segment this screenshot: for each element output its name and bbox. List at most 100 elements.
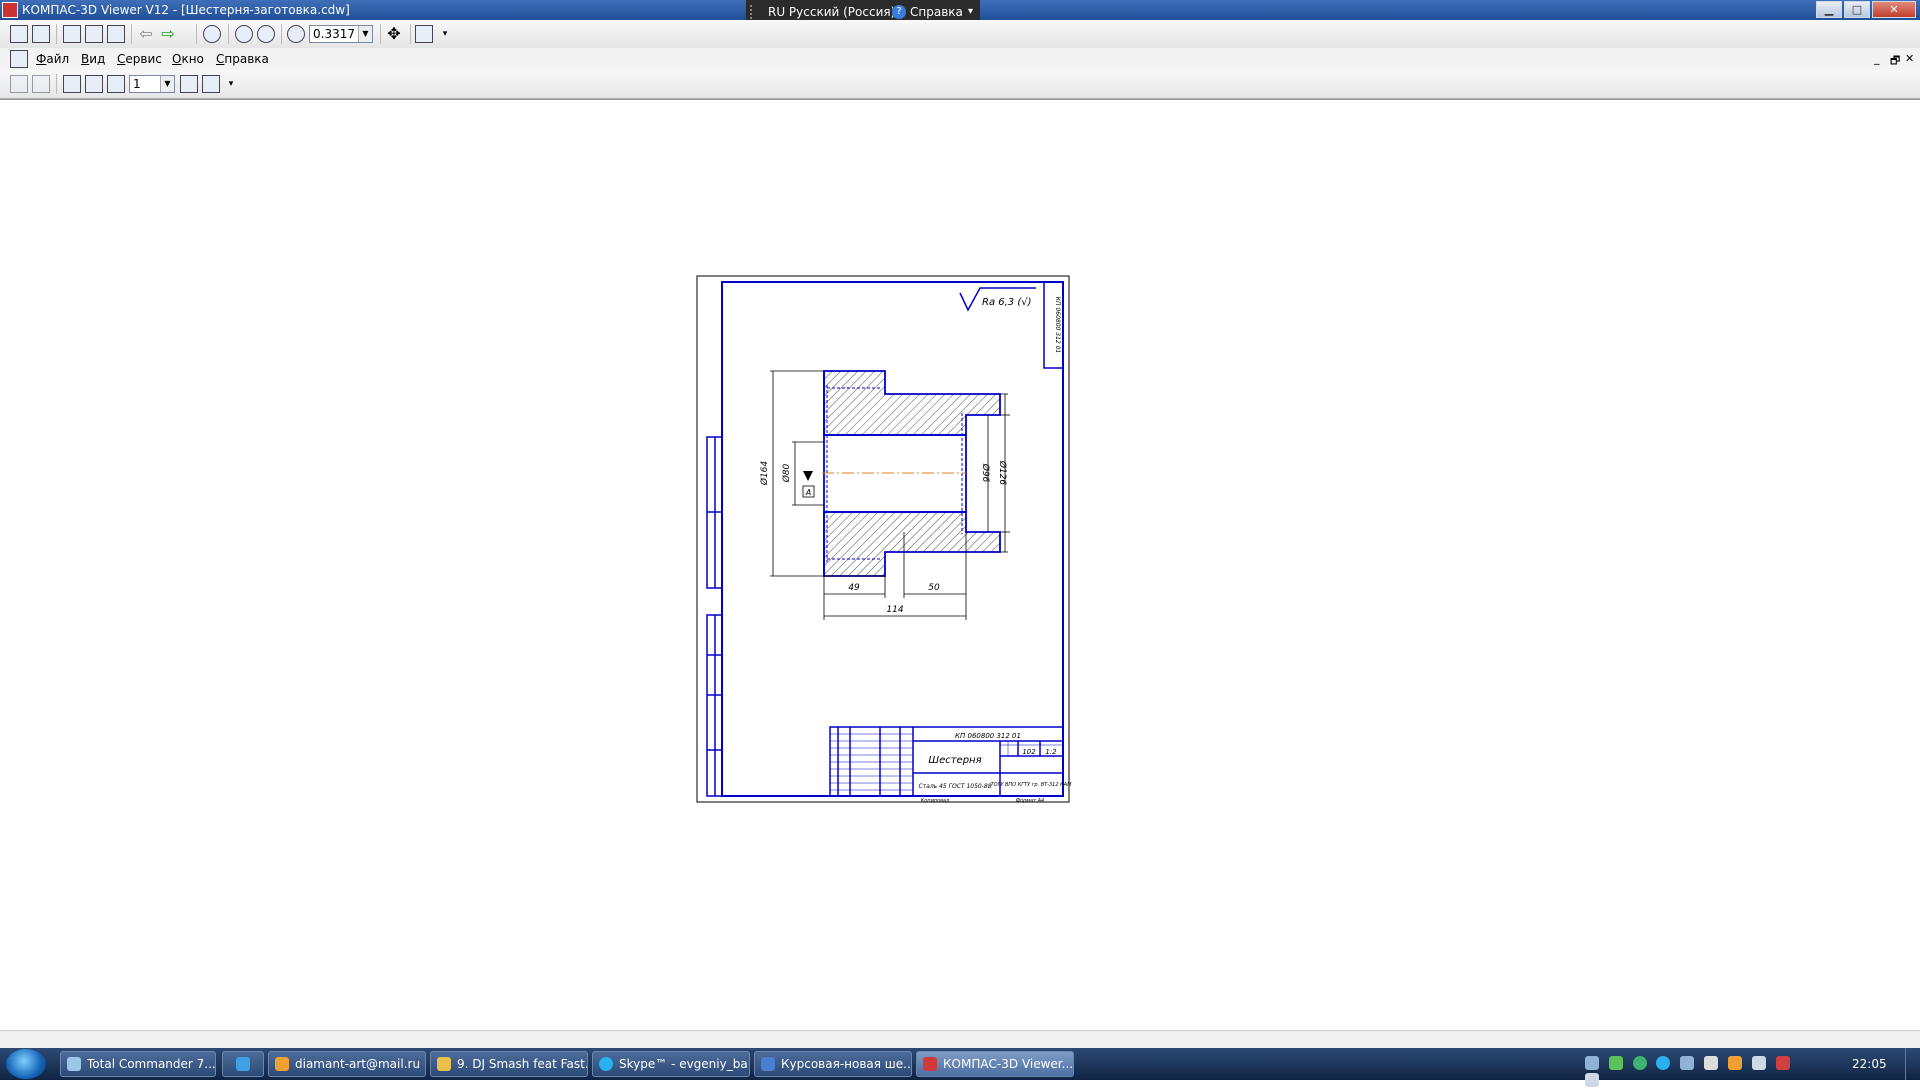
total-commander-icon (67, 1057, 81, 1071)
stamp-part-name: Шестерня (928, 755, 981, 766)
print-icon[interactable] (63, 25, 81, 43)
menu-bar: Файл Вид Сервис Окно Справка _ 🗗 ✕ (0, 48, 1920, 70)
status-bar (0, 1030, 1920, 1049)
minimize-button[interactable]: ▁ (1816, 1, 1842, 18)
langbar-help[interactable]: Справка (910, 5, 963, 19)
tray-app-icon[interactable] (1656, 1056, 1671, 1070)
page-setup-icon[interactable] (107, 25, 125, 43)
document-icon[interactable] (10, 50, 28, 68)
toolbar-overflow-icon[interactable]: ▾ (436, 25, 454, 43)
help-icon[interactable]: ? (892, 5, 906, 19)
mdi-restore-button[interactable]: 🗗 (1890, 52, 1900, 71)
layers-icon[interactable] (10, 75, 28, 93)
mdi-minimize-button[interactable]: _ (1874, 52, 1880, 65)
zoom-fit-icon[interactable] (203, 25, 221, 43)
langbar-options-icon[interactable]: ▾ (968, 6, 973, 17)
internet-explorer-icon (236, 1057, 250, 1071)
page-number-value: 1 (133, 77, 141, 91)
stamp-material: Сталь 45 ГОСТ 1050-88 (918, 783, 991, 790)
forward-arrow-icon[interactable]: ⇨ (159, 25, 177, 43)
maximize-button[interactable]: □ (1844, 1, 1870, 18)
open-icon[interactable] (10, 25, 28, 43)
dim-hub-inner-diameter: Ø96 (980, 463, 991, 483)
tray-app-icon[interactable] (1680, 1056, 1695, 1070)
task-internet-explorer[interactable] (222, 1051, 264, 1077)
kompas-app-icon[interactable] (2, 2, 18, 18)
reload-icon[interactable] (32, 25, 50, 43)
tray-app-icon[interactable] (1608, 1056, 1623, 1070)
tray-app-icon[interactable] (1775, 1056, 1790, 1070)
volume-icon[interactable] (1585, 1073, 1599, 1087)
dim-hub-outer-diameter: Ø126 (997, 460, 1008, 486)
toolbar-overflow-icon[interactable]: ▾ (222, 75, 240, 93)
window-title: КОМПАС-3D Viewer V12 - [Шестерня-заготов… (22, 3, 350, 17)
toolbar-separator (228, 24, 229, 44)
menu-file[interactable]: Файл (36, 52, 69, 66)
tray-app-icon[interactable] (1632, 1056, 1647, 1070)
language-indicator[interactable]: RU Русский (Россия) (768, 5, 895, 19)
toolbar-separator (56, 74, 57, 94)
show-desktop-button[interactable] (1905, 1048, 1920, 1080)
zoom-in-icon[interactable] (235, 25, 253, 43)
langbar-grip[interactable] (750, 5, 760, 19)
dim-outer-diameter: Ø164 (759, 461, 770, 487)
kompas-icon (923, 1057, 937, 1071)
task-media-player[interactable]: 9. DJ Smash feat Fast... (430, 1051, 588, 1077)
task-skype[interactable]: Skype™ - evgeniy_ba... (592, 1051, 750, 1077)
all-pages-icon[interactable] (107, 75, 125, 93)
zoom-scale-combo[interactable]: 0.3317 ▼ (309, 25, 373, 43)
mail-agent-icon (275, 1057, 289, 1071)
page-number-combo[interactable]: 1 ▼ (129, 75, 175, 93)
task-total-commander[interactable]: Total Commander 7.... (60, 1051, 216, 1077)
stamp-mass: 102 (1022, 748, 1036, 756)
chevron-down-icon[interactable]: ▼ (358, 26, 372, 42)
menu-service[interactable]: Сервис (117, 52, 162, 66)
flag-icon[interactable] (1704, 1056, 1719, 1070)
first-page-icon[interactable] (63, 75, 81, 93)
stamp-scale: 1:2 (1045, 748, 1057, 756)
task-label: diamant-art@mail.ru (295, 1057, 421, 1071)
start-button[interactable] (6, 1049, 46, 1079)
chevron-down-icon[interactable]: ▼ (160, 76, 174, 92)
dim-length-114: 114 (886, 605, 903, 615)
roughness-label: Ra 6,3 (√) (982, 297, 1032, 308)
window-controls: ▁ □ ✕ (1814, 1, 1916, 18)
network-icon[interactable] (1751, 1056, 1766, 1070)
toolbar-separator (196, 24, 197, 44)
toolbar-separator (131, 24, 132, 44)
tray-app-icon[interactable] (1585, 1056, 1599, 1070)
menu-window[interactable]: Окно (172, 52, 204, 66)
taskbar-clock[interactable]: 22:05 (1852, 1057, 1887, 1071)
task-word-document[interactable]: Курсовая-новая ше... (754, 1051, 912, 1077)
print-preview-icon[interactable] (85, 25, 103, 43)
prev-page-icon[interactable] (85, 75, 103, 93)
task-kompas-viewer[interactable]: КОМПАС-3D Viewer... (916, 1051, 1074, 1077)
zoom-out-icon[interactable] (257, 25, 275, 43)
tray-app-icon[interactable] (1727, 1056, 1742, 1070)
task-label: 9. DJ Smash feat Fast... (457, 1057, 588, 1071)
stamp-doc-code: КП 060800 312 01 (955, 732, 1021, 740)
close-button[interactable]: ✕ (1872, 1, 1916, 18)
standard-toolbar: ⇦ ⇨ 0.3317 ▼ ✥ ▾ (0, 20, 1920, 49)
menu-help[interactable]: Справка (216, 52, 269, 66)
view-toolbar: 1 ▼ ▾ (0, 70, 1920, 99)
toolbar-separator (281, 24, 282, 44)
toolbar-separator (410, 24, 411, 44)
zoom-scale-value: 0.3317 (313, 27, 355, 41)
dim-bore-diameter: Ø80 (781, 463, 792, 483)
pan-icon[interactable]: ✥ (385, 25, 403, 43)
stamp-organization: ТОГУ ВПО КГТУ гр. ВТ-312 КАМ (991, 782, 1073, 788)
back-arrow-icon[interactable]: ⇦ (137, 25, 155, 43)
windows-taskbar: Total Commander 7.... diamant-art@mail.r… (0, 1048, 1920, 1087)
toolbar-separator (380, 24, 381, 44)
system-tray (1585, 1056, 1800, 1087)
sheets-icon[interactable] (32, 75, 50, 93)
zoom-window-icon[interactable] (287, 25, 305, 43)
task-mail[interactable]: diamant-art@mail.ru (268, 1051, 426, 1077)
next-page-icon[interactable] (180, 75, 198, 93)
mdi-close-button[interactable]: ✕ (1905, 52, 1914, 65)
menu-view[interactable]: Вид (81, 52, 105, 66)
last-page-icon[interactable] (202, 75, 220, 93)
refresh-view-icon[interactable] (415, 25, 433, 43)
drawing-workspace[interactable]: КП 060800 312 01 Ra 6,3 (√) А Ø164 Ø80 Ø… (0, 99, 1920, 1030)
